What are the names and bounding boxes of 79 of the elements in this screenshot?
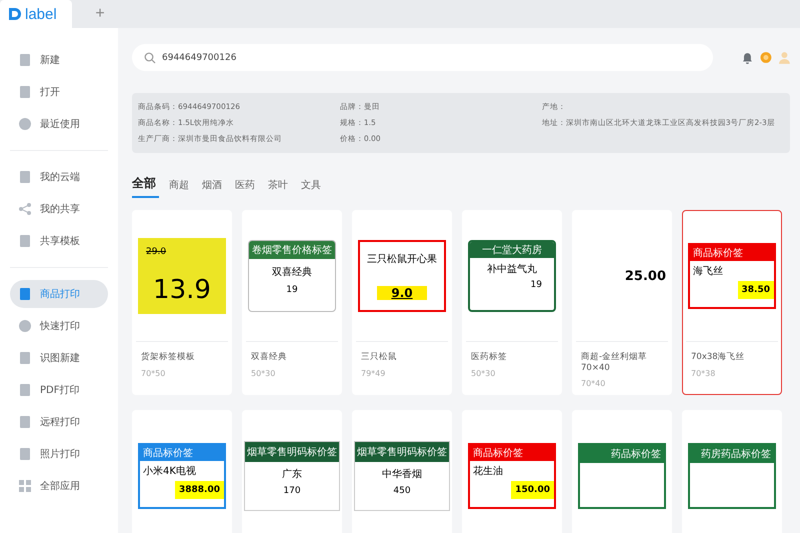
template-card[interactable]: 药品标价签: [572, 410, 672, 533]
sidebar-item[interactable]: 远程打印: [10, 408, 108, 436]
template-title: 三只松鼠: [361, 351, 398, 363]
label-price: 170: [283, 486, 301, 496]
label-name: 海飞丝: [693, 264, 723, 278]
template-title: 双喜经典: [251, 351, 288, 363]
category-tab[interactable]: 茶叶: [268, 178, 291, 198]
template-card[interactable]: 卷烟零售价格标签 双喜经典 19 双喜经典 50*30: [242, 210, 342, 395]
user-icon[interactable]: [779, 51, 790, 64]
label-header: 烟草零售明码标价签: [245, 442, 339, 462]
label-header: 一仁堂大药房: [470, 242, 554, 258]
label-header: 商品标价签: [690, 245, 774, 261]
sidebar-item[interactable]: 识图新建: [10, 344, 108, 372]
template-size: 70*50: [141, 369, 166, 378]
label-price: 25.00: [624, 268, 666, 284]
template-title: 货架标签模板: [141, 351, 196, 363]
label-header: 药品标价签: [580, 445, 664, 463]
template-card[interactable]: 烟草零售明码标价签 中华香烟 450: [352, 410, 452, 533]
medal-icon[interactable]: [760, 51, 772, 64]
category-tab[interactable]: 商超: [169, 178, 192, 198]
label-name: 双喜经典: [272, 266, 312, 279]
category-tab[interactable]: 烟酒: [202, 178, 225, 198]
template-card[interactable]: 药房药品标价签: [682, 410, 782, 533]
label-price: 450: [393, 486, 411, 496]
template-card[interactable]: 三只松鼠开心果 9.0 三只松鼠 79*49: [352, 210, 452, 395]
template-size: 50*30: [251, 369, 276, 378]
template-card[interactable]: 烟草零售明码标价签 广东 170: [242, 410, 342, 533]
share-icon: [18, 202, 32, 216]
template-card[interactable]: 商品标价签 花生油 150.00: [462, 410, 562, 533]
template-card[interactable]: 商品标价签 海飞丝 38.50 70x38海飞丝 70*38: [682, 210, 782, 395]
label-header: 烟草零售明码标价签: [355, 442, 449, 462]
label-header: 药房药品标价签: [690, 445, 774, 463]
template-card[interactable]: 一仁堂大药房 补中益气丸 19 医药标签 50*30: [462, 210, 562, 395]
template-size: 70*38: [691, 369, 716, 378]
sidebar-item[interactable]: PDF打印: [10, 376, 108, 404]
label-price: 38.50: [738, 281, 774, 299]
label-header: 卷烟零售价格标签: [249, 241, 335, 259]
label-price: 150.00: [511, 481, 554, 499]
template-card[interactable]: 25.00 商超-金丝利烟草70×40 70*40: [572, 210, 672, 395]
sidebar-item[interactable]: 我的共享: [10, 195, 108, 223]
template-size: 79*49: [361, 369, 386, 378]
template-size: 70*40: [581, 379, 606, 388]
template-size: 50*30: [471, 369, 496, 378]
category-tab[interactable]: 文具: [301, 178, 324, 198]
sidebar-item[interactable]: 快速打印: [10, 312, 108, 340]
label-name: 小米4K电视: [143, 464, 196, 478]
grid-icon: [18, 479, 32, 493]
sidebar-item[interactable]: 打开: [10, 78, 108, 106]
label-price: 13.9: [153, 275, 211, 305]
label-name: 广东: [282, 468, 302, 481]
sidebar-item[interactable]: 全部应用: [10, 472, 108, 500]
template-card[interactable]: 29.0 13.9 货架标签模板 70*50: [132, 210, 232, 395]
label-name: 29.0: [146, 247, 166, 257]
label-price: 19: [530, 280, 542, 290]
label-header: 商品标价签: [140, 445, 224, 461]
label-name: 中华香烟: [382, 468, 422, 481]
label-price: 9.0: [377, 286, 427, 300]
sidebar-item[interactable]: 新建: [10, 46, 108, 74]
logo-text: label: [25, 6, 57, 22]
label-name: 三只松鼠开心果: [367, 252, 437, 266]
app-tab[interactable]: label: [0, 0, 72, 28]
sidebar-item[interactable]: 共享模板: [10, 227, 108, 255]
logo-icon: [8, 6, 22, 22]
category-tab[interactable]: 医药: [235, 178, 258, 198]
label-price: 3888.00: [175, 481, 224, 499]
bell-icon[interactable]: [742, 52, 754, 64]
label-name: 花生油: [473, 464, 503, 478]
template-title: 70x38海飞丝: [691, 351, 746, 363]
label-header: 商品标价签: [470, 445, 554, 461]
template-title: 商超-金丝利烟草70×40: [581, 351, 648, 373]
template-title: 医药标签: [471, 351, 508, 363]
sidebar-item[interactable]: 最近使用: [10, 110, 108, 138]
category-tab[interactable]: 全部: [132, 175, 159, 198]
sidebar-item[interactable]: 我的云端: [10, 163, 108, 191]
template-card[interactable]: 商品标价签 小米4K电视 3888.00: [132, 410, 232, 533]
sidebar-item[interactable]: 照片打印: [10, 440, 108, 468]
search-field[interactable]: 6944649700126: [132, 44, 714, 71]
label-price: 19: [286, 285, 298, 295]
label-name: 补中益气丸: [487, 262, 537, 276]
